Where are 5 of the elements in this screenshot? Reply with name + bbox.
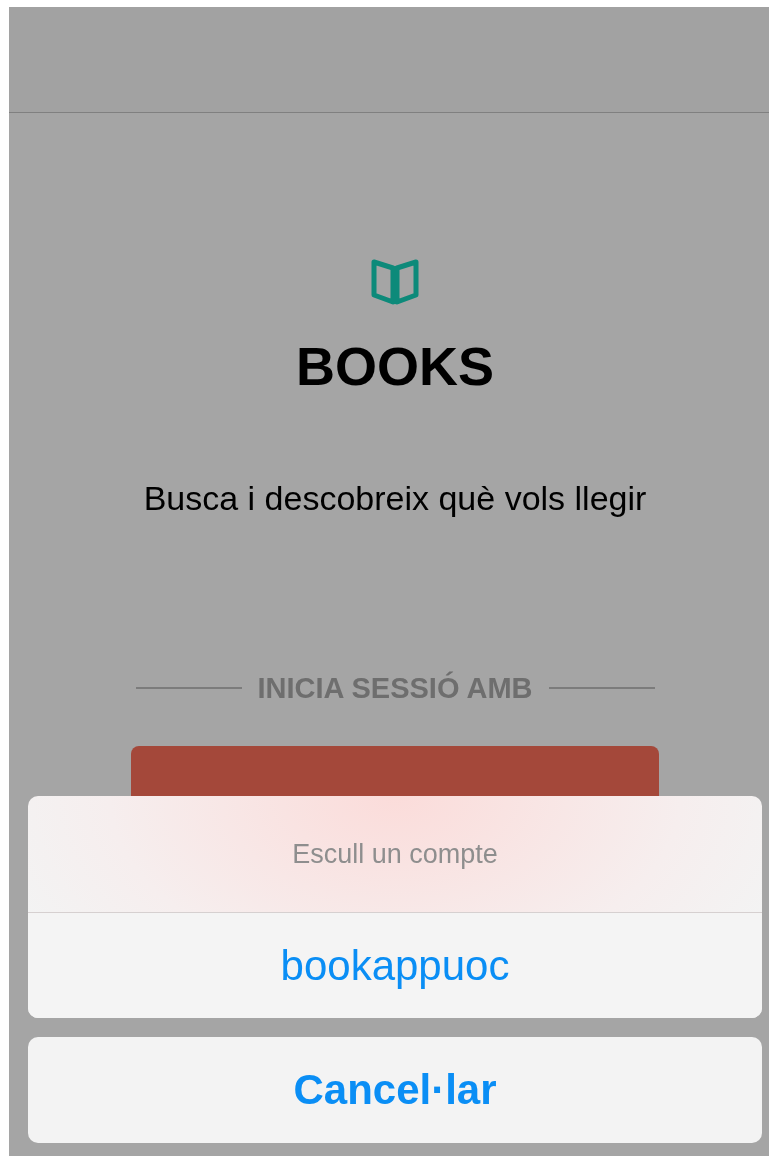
- tagline: Busca i descobreix què vols llegir: [143, 478, 647, 519]
- account-option[interactable]: bookappuoc: [28, 913, 762, 1018]
- app-title: BOOKS: [296, 335, 494, 398]
- cancel-button[interactable]: Cancel·lar: [28, 1037, 762, 1143]
- book-icon: [371, 258, 419, 306]
